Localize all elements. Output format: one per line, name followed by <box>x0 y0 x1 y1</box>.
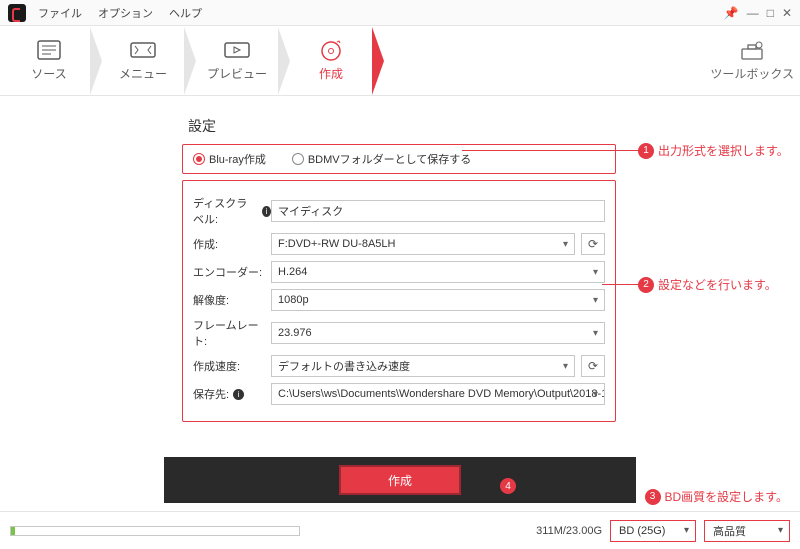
toolbox-label: ツールボックス <box>710 65 794 82</box>
create-button[interactable]: 作成 <box>339 465 461 495</box>
tab-create-label: 作成 <box>319 65 343 82</box>
window-controls: 📌 — □ ✕ <box>724 6 792 20</box>
menu-file[interactable]: ファイル <box>38 5 82 21</box>
close-icon[interactable]: ✕ <box>782 6 792 20</box>
label-fps: フレームレート: <box>193 317 271 349</box>
menu-bar: ファイル オプション ヘルプ <box>38 5 202 21</box>
radio-bluray[interactable]: Blu-ray作成 <box>193 151 266 167</box>
tab-preview-label: プレビュー <box>207 65 267 82</box>
speed-refresh-button[interactable]: ⟳ <box>581 355 605 377</box>
fps-select[interactable]: 23.976 <box>271 322 605 344</box>
toolbox-button[interactable]: ツールボックス <box>710 39 794 82</box>
app-logo-icon <box>8 4 26 22</box>
callout-2-text: 設定などを行います。 <box>658 276 777 293</box>
callout-1-text: 出力形式を選択します。 <box>658 142 789 159</box>
label-disclabel: ディスクラベル:i <box>193 195 271 227</box>
tab-menu[interactable]: メニュー <box>100 27 186 95</box>
tab-preview[interactable]: プレビュー <box>194 27 280 95</box>
action-bar: 作成 <box>164 457 636 503</box>
row-dest: 作成: F:DVD+-RW DU-8A5LH ⟳ <box>193 233 605 255</box>
source-icon <box>36 39 62 61</box>
label-speed: 作成速度: <box>193 358 271 374</box>
resolution-select[interactable]: 1080p <box>271 289 605 311</box>
callout-3-text: BD画質を設定します。 <box>665 488 788 505</box>
label-encoder: エンコーダー: <box>193 264 271 280</box>
row-resolution: 解像度: 1080p <box>193 289 605 311</box>
size-progress <box>10 526 300 536</box>
callout-1: 1出力形式を選択します。 <box>638 142 789 159</box>
radio-dot-icon <box>193 153 205 165</box>
info-icon[interactable]: i <box>262 206 271 217</box>
encoder-select[interactable]: H.264 <box>271 261 605 283</box>
settings-panel: 設定 Blu-ray作成 BDMVフォルダーとして保存する ディスクラベル:i … <box>164 106 634 422</box>
tab-menu-label: メニュー <box>119 65 167 82</box>
callout-badge: 3 <box>645 489 661 505</box>
title-bar: ファイル オプション ヘルプ 📌 — □ ✕ <box>0 0 800 26</box>
step-tabs: ソース メニュー プレビュー 作成 ツールボックス <box>0 26 800 96</box>
radio-dot-icon <box>292 153 304 165</box>
callout-line <box>462 150 640 151</box>
info-icon[interactable]: i <box>233 389 244 400</box>
menu-option[interactable]: オプション <box>98 5 153 21</box>
label-dest: 作成: <box>193 236 271 252</box>
label-save: 保存先:i <box>193 386 271 402</box>
refresh-icon: ⟳ <box>588 359 598 373</box>
refresh-icon: ⟳ <box>588 237 598 251</box>
preview-icon <box>224 39 250 61</box>
size-text: 311M/23.00G <box>536 525 602 537</box>
radio-bdmv-label: BDMVフォルダーとして保存する <box>308 151 471 167</box>
row-disclabel: ディスクラベル:i <box>193 195 605 227</box>
quality-select[interactable]: 高品質 <box>704 520 790 542</box>
callout-line <box>602 284 640 285</box>
callout-4: 4 <box>500 478 520 494</box>
save-select[interactable]: C:\Users\ws\Documents\Wondershare DVD Me… <box>271 383 605 405</box>
callout-2: 2設定などを行います。 <box>638 276 777 293</box>
row-speed: 作成速度: デフォルトの書き込み速度 ⟳ <box>193 355 605 377</box>
callout-badge: 2 <box>638 277 654 293</box>
row-encoder: エンコーダー: H.264 <box>193 261 605 283</box>
menu-help[interactable]: ヘルプ <box>169 5 202 21</box>
main-area: 設定 Blu-ray作成 BDMVフォルダーとして保存する ディスクラベル:i … <box>0 96 800 511</box>
callout-badge: 1 <box>638 143 654 159</box>
tab-source-label: ソース <box>31 65 66 82</box>
toolbox-icon <box>739 39 765 61</box>
footer-bar: 311M/23.00G BD (25G) 高品質 <box>0 511 800 549</box>
output-format-group: Blu-ray作成 BDMVフォルダーとして保存する <box>182 144 616 174</box>
radio-bdmv-folder[interactable]: BDMVフォルダーとして保存する <box>292 151 471 167</box>
disc-type-select[interactable]: BD (25G) <box>610 520 696 542</box>
menu-icon <box>130 39 156 61</box>
panel-title: 設定 <box>188 116 634 136</box>
dest-refresh-button[interactable]: ⟳ <box>581 233 605 255</box>
minimize-icon[interactable]: — <box>747 6 759 20</box>
disc-icon <box>318 39 344 61</box>
dest-select[interactable]: F:DVD+-RW DU-8A5LH <box>271 233 575 255</box>
callout-badge: 4 <box>500 478 516 494</box>
disclabel-input[interactable] <box>271 200 605 222</box>
label-resolution: 解像度: <box>193 292 271 308</box>
settings-group: ディスクラベル:i 作成: F:DVD+-RW DU-8A5LH ⟳ エンコーダ… <box>182 180 616 422</box>
progress-fill <box>11 527 15 535</box>
speed-select[interactable]: デフォルトの書き込み速度 <box>271 355 575 377</box>
pin-icon[interactable]: 📌 <box>724 6 739 20</box>
row-fps: フレームレート: 23.976 <box>193 317 605 349</box>
radio-bluray-label: Blu-ray作成 <box>209 151 266 167</box>
tab-source[interactable]: ソース <box>6 27 92 95</box>
tab-create[interactable]: 作成 <box>288 27 374 95</box>
row-save: 保存先:i C:\Users\ws\Documents\Wondershare … <box>193 383 605 405</box>
maximize-icon[interactable]: □ <box>767 6 774 20</box>
callout-3: 3BD画質を設定します。 <box>645 488 788 505</box>
